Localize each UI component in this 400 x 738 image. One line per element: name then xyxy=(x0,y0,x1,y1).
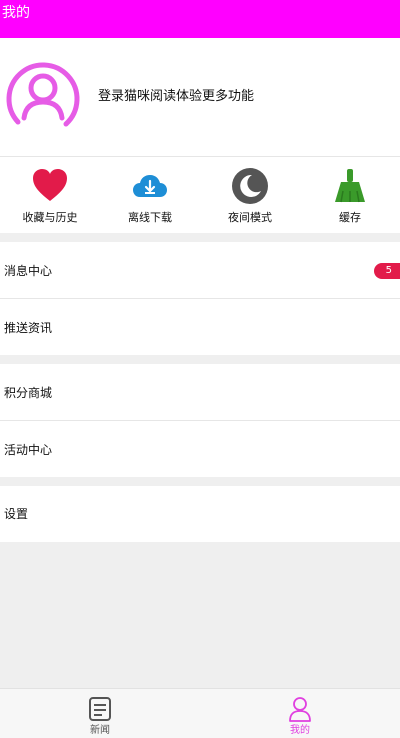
offline-download-label: 离线下载 xyxy=(128,211,172,224)
avatar-icon[interactable] xyxy=(4,58,82,136)
offline-download-button[interactable]: 离线下载 xyxy=(100,157,200,234)
quick-actions: 收藏与历史 离线下载 夜间模式 缓存 xyxy=(0,156,400,233)
tab-news-label: 新闻 xyxy=(90,725,110,736)
points-mall-label: 积分商城 xyxy=(4,385,53,400)
tab-mine-label: 我的 xyxy=(290,725,310,736)
bottom-tab-bar: 新闻 我的 xyxy=(0,688,400,738)
settings-label: 设置 xyxy=(4,507,29,521)
cache-button[interactable]: 缓存 xyxy=(300,157,400,234)
profile-section[interactable]: 登录猫咪阅读体验更多功能 xyxy=(0,38,400,156)
push-news-label: 推送资讯 xyxy=(4,320,53,335)
cloud-download-icon xyxy=(133,175,167,197)
favorites-history-label: 收藏与历史 xyxy=(22,211,78,224)
heart-icon xyxy=(33,169,67,201)
menu-group-messages: 消息中心 5 推送资讯 xyxy=(0,242,400,355)
settings-item[interactable]: 设置 xyxy=(0,486,400,542)
push-news-item[interactable]: 推送资讯 xyxy=(0,299,400,356)
broom-icon xyxy=(335,169,365,203)
night-mode-label: 夜间模式 xyxy=(228,211,272,224)
activity-center-item[interactable]: 活动中心 xyxy=(0,421,400,478)
tab-news[interactable]: 新闻 xyxy=(0,689,200,738)
unread-badge: 5 xyxy=(373,262,400,279)
favorites-history-button[interactable]: 收藏与历史 xyxy=(0,157,100,234)
login-prompt[interactable]: 登录猫咪阅读体验更多功能 xyxy=(98,89,254,105)
tab-mine[interactable]: 我的 xyxy=(200,689,400,738)
activity-center-label: 活动中心 xyxy=(4,442,53,457)
menu-group-mall: 积分商城 活动中心 xyxy=(0,364,400,477)
night-mode-button[interactable]: 夜间模式 xyxy=(200,157,300,234)
cache-label: 缓存 xyxy=(339,211,361,224)
menu-group-settings: 设置 xyxy=(0,486,400,542)
document-icon xyxy=(89,697,111,721)
message-center-item[interactable]: 消息中心 5 xyxy=(0,242,400,299)
moon-icon xyxy=(232,168,268,204)
points-mall-item[interactable]: 积分商城 xyxy=(0,364,400,421)
message-center-label: 消息中心 xyxy=(4,263,53,278)
page-title: 我的 xyxy=(2,5,30,21)
user-icon xyxy=(289,697,311,722)
top-header: 我的 xyxy=(0,0,400,38)
